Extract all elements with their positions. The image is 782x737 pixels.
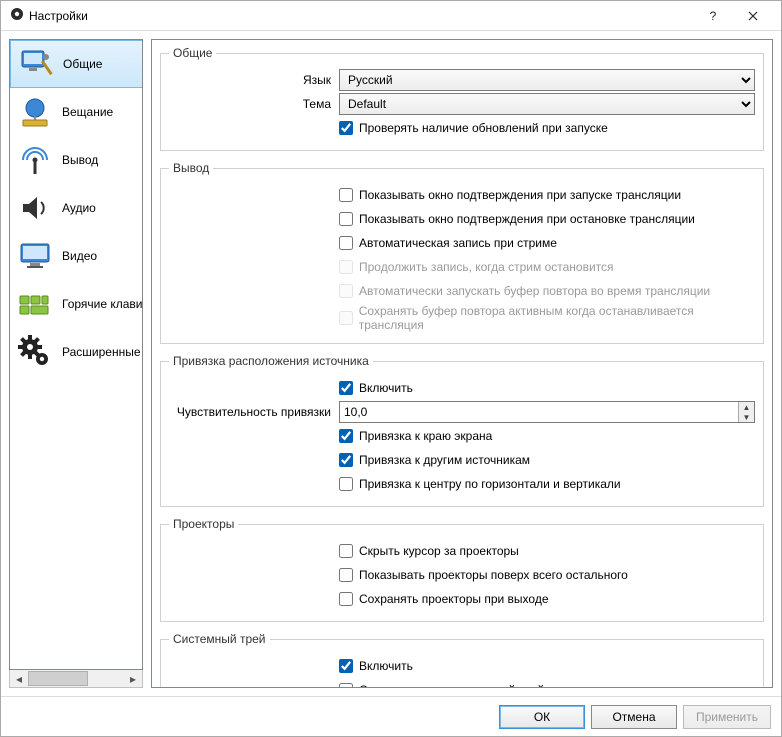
check-label: Показывать проекторы поверх всего осталь… bbox=[359, 568, 628, 582]
sidebar-item-label: Общие bbox=[63, 57, 102, 71]
sidebar-item-general[interactable]: Общие bbox=[10, 40, 143, 88]
sidebar-item-label: Вывод bbox=[62, 153, 98, 167]
group-legend: Вывод bbox=[169, 161, 213, 175]
confirm-stop-stream-checkbox[interactable]: Показывать окно подтверждения при остано… bbox=[339, 212, 755, 226]
spin-down-icon[interactable]: ▼ bbox=[739, 412, 754, 422]
scroll-right-icon[interactable]: ▸ bbox=[124, 670, 142, 687]
auto-replay-buffer-checkbox: Автоматически запускать буфер повтора во… bbox=[339, 284, 755, 298]
check-label: Показывать окно подтверждения при запуск… bbox=[359, 188, 681, 202]
check-label: Показывать окно подтверждения при остано… bbox=[359, 212, 695, 226]
group-snapping: Привязка расположения источника Включить… bbox=[160, 354, 764, 507]
group-legend: Привязка расположения источника bbox=[169, 354, 373, 368]
group-projectors: Проекторы Скрыть курсор за проекторы Пок… bbox=[160, 517, 764, 622]
sidebar-item-label: Аудио bbox=[62, 201, 96, 215]
group-legend: Проекторы bbox=[169, 517, 238, 531]
sidebar-item-stream[interactable]: Вещание bbox=[10, 88, 143, 136]
sensitivity-input[interactable] bbox=[340, 402, 738, 422]
sidebar-item-label: Расширенные bbox=[62, 345, 141, 359]
check-label: Проверять наличие обновлений при запуске bbox=[359, 121, 608, 135]
group-general: Общие Язык Русский Тема Default bbox=[160, 46, 764, 151]
speaker-icon bbox=[16, 189, 54, 227]
save-projectors-checkbox[interactable]: Сохранять проекторы при выходе bbox=[339, 592, 755, 606]
check-label: Скрыть курсор за проекторы bbox=[359, 544, 519, 558]
keyboard-icon bbox=[16, 285, 54, 323]
sidebar-scrollbar[interactable]: ◂ ▸ bbox=[9, 670, 143, 688]
check-label: Привязка к центру по горизонтали и верти… bbox=[359, 477, 621, 491]
theme-label: Тема bbox=[169, 97, 339, 111]
antenna-icon bbox=[16, 141, 54, 179]
group-output: Вывод Показывать окно подтверждения при … bbox=[160, 161, 764, 344]
snap-center-checkbox[interactable]: Привязка к центру по горизонтали и верти… bbox=[339, 477, 755, 491]
confirm-start-stream-checkbox[interactable]: Показывать окно подтверждения при запуск… bbox=[339, 188, 755, 202]
dialog-footer: ОК Отмена Применить bbox=[1, 696, 781, 736]
group-legend: Системный трей bbox=[169, 632, 270, 646]
content-panel: Общие Язык Русский Тема Default bbox=[151, 39, 773, 688]
monitor-icon bbox=[16, 237, 54, 275]
theme-select[interactable]: Default bbox=[339, 93, 755, 115]
check-label: Скрывать окно в системный трей при запус… bbox=[359, 683, 613, 688]
scroll-left-icon[interactable]: ◂ bbox=[10, 670, 28, 687]
check-label: Включить bbox=[359, 381, 413, 395]
check-label: Включить bbox=[359, 659, 413, 673]
help-button[interactable]: ? bbox=[693, 2, 733, 30]
language-select[interactable]: Русский bbox=[339, 69, 755, 91]
sidebar-item-hotkeys[interactable]: Горячие клавиши bbox=[10, 280, 143, 328]
check-updates-checkbox[interactable]: Проверять наличие обновлений при запуске bbox=[339, 121, 755, 135]
sensitivity-spinner[interactable]: ▲ ▼ bbox=[339, 401, 755, 423]
settings-window: Настройки ? Общие bbox=[0, 0, 782, 737]
projector-always-on-top-checkbox[interactable]: Показывать проекторы поверх всего осталь… bbox=[339, 568, 755, 582]
check-label: Привязка к другим источникам bbox=[359, 453, 530, 467]
sidebar-item-video[interactable]: Видео bbox=[10, 232, 143, 280]
keep-replay-buffer-checkbox: Сохранять буфер повтора активным когда о… bbox=[339, 304, 755, 332]
sidebar-item-advanced[interactable]: Расширенные bbox=[10, 328, 143, 376]
check-label: Привязка к краю экрана bbox=[359, 429, 492, 443]
check-label: Автоматическая запись при стриме bbox=[359, 236, 557, 250]
sensitivity-label: Чувствительность привязки bbox=[169, 405, 339, 419]
language-label: Язык bbox=[169, 73, 339, 87]
auto-record-checkbox[interactable]: Автоматическая запись при стриме bbox=[339, 236, 755, 250]
question-icon: ? bbox=[710, 9, 717, 23]
window-title: Настройки bbox=[25, 9, 693, 23]
close-button[interactable] bbox=[733, 2, 773, 30]
snapping-enable-checkbox[interactable]: Включить bbox=[339, 381, 755, 395]
titlebar: Настройки ? bbox=[1, 1, 781, 31]
check-label: Автоматически запускать буфер повтора во… bbox=[359, 284, 710, 298]
sidebar-item-audio[interactable]: Аудио bbox=[10, 184, 143, 232]
tray-min-on-start-checkbox[interactable]: Скрывать окно в системный трей при запус… bbox=[339, 683, 755, 688]
globe-network-icon bbox=[16, 93, 54, 131]
check-label: Сохранять проекторы при выходе bbox=[359, 592, 549, 606]
continue-record-checkbox: Продолжить запись, когда стрим остановит… bbox=[339, 260, 755, 274]
ok-button[interactable]: ОК bbox=[499, 705, 585, 729]
cancel-button[interactable]: Отмена bbox=[591, 705, 677, 729]
spin-up-icon[interactable]: ▲ bbox=[739, 402, 754, 412]
app-icon bbox=[9, 6, 25, 25]
tray-enable-checkbox[interactable]: Включить bbox=[339, 659, 755, 673]
gears-icon bbox=[16, 333, 54, 371]
sidebar: Общие Вещание Вывод bbox=[9, 39, 143, 670]
close-icon bbox=[748, 11, 758, 21]
group-legend: Общие bbox=[169, 46, 216, 60]
apply-button[interactable]: Применить bbox=[683, 705, 771, 729]
hide-cursor-checkbox[interactable]: Скрыть курсор за проекторы bbox=[339, 544, 755, 558]
sidebar-item-label: Вещание bbox=[62, 105, 113, 119]
snap-edge-checkbox[interactable]: Привязка к краю экрана bbox=[339, 429, 755, 443]
snap-other-checkbox[interactable]: Привязка к другим источникам bbox=[339, 453, 755, 467]
sidebar-item-label: Горячие клавиши bbox=[62, 297, 143, 311]
group-tray: Системный трей Включить Скрывать окно в … bbox=[160, 632, 764, 688]
scroll-thumb[interactable] bbox=[28, 671, 88, 686]
sidebar-item-output[interactable]: Вывод bbox=[10, 136, 143, 184]
monitor-tools-icon bbox=[17, 45, 55, 83]
scroll-track[interactable] bbox=[28, 670, 124, 687]
sidebar-item-label: Видео bbox=[62, 249, 97, 263]
check-label: Продолжить запись, когда стрим остановит… bbox=[359, 260, 614, 274]
check-label: Сохранять буфер повтора активным когда о… bbox=[359, 304, 755, 332]
